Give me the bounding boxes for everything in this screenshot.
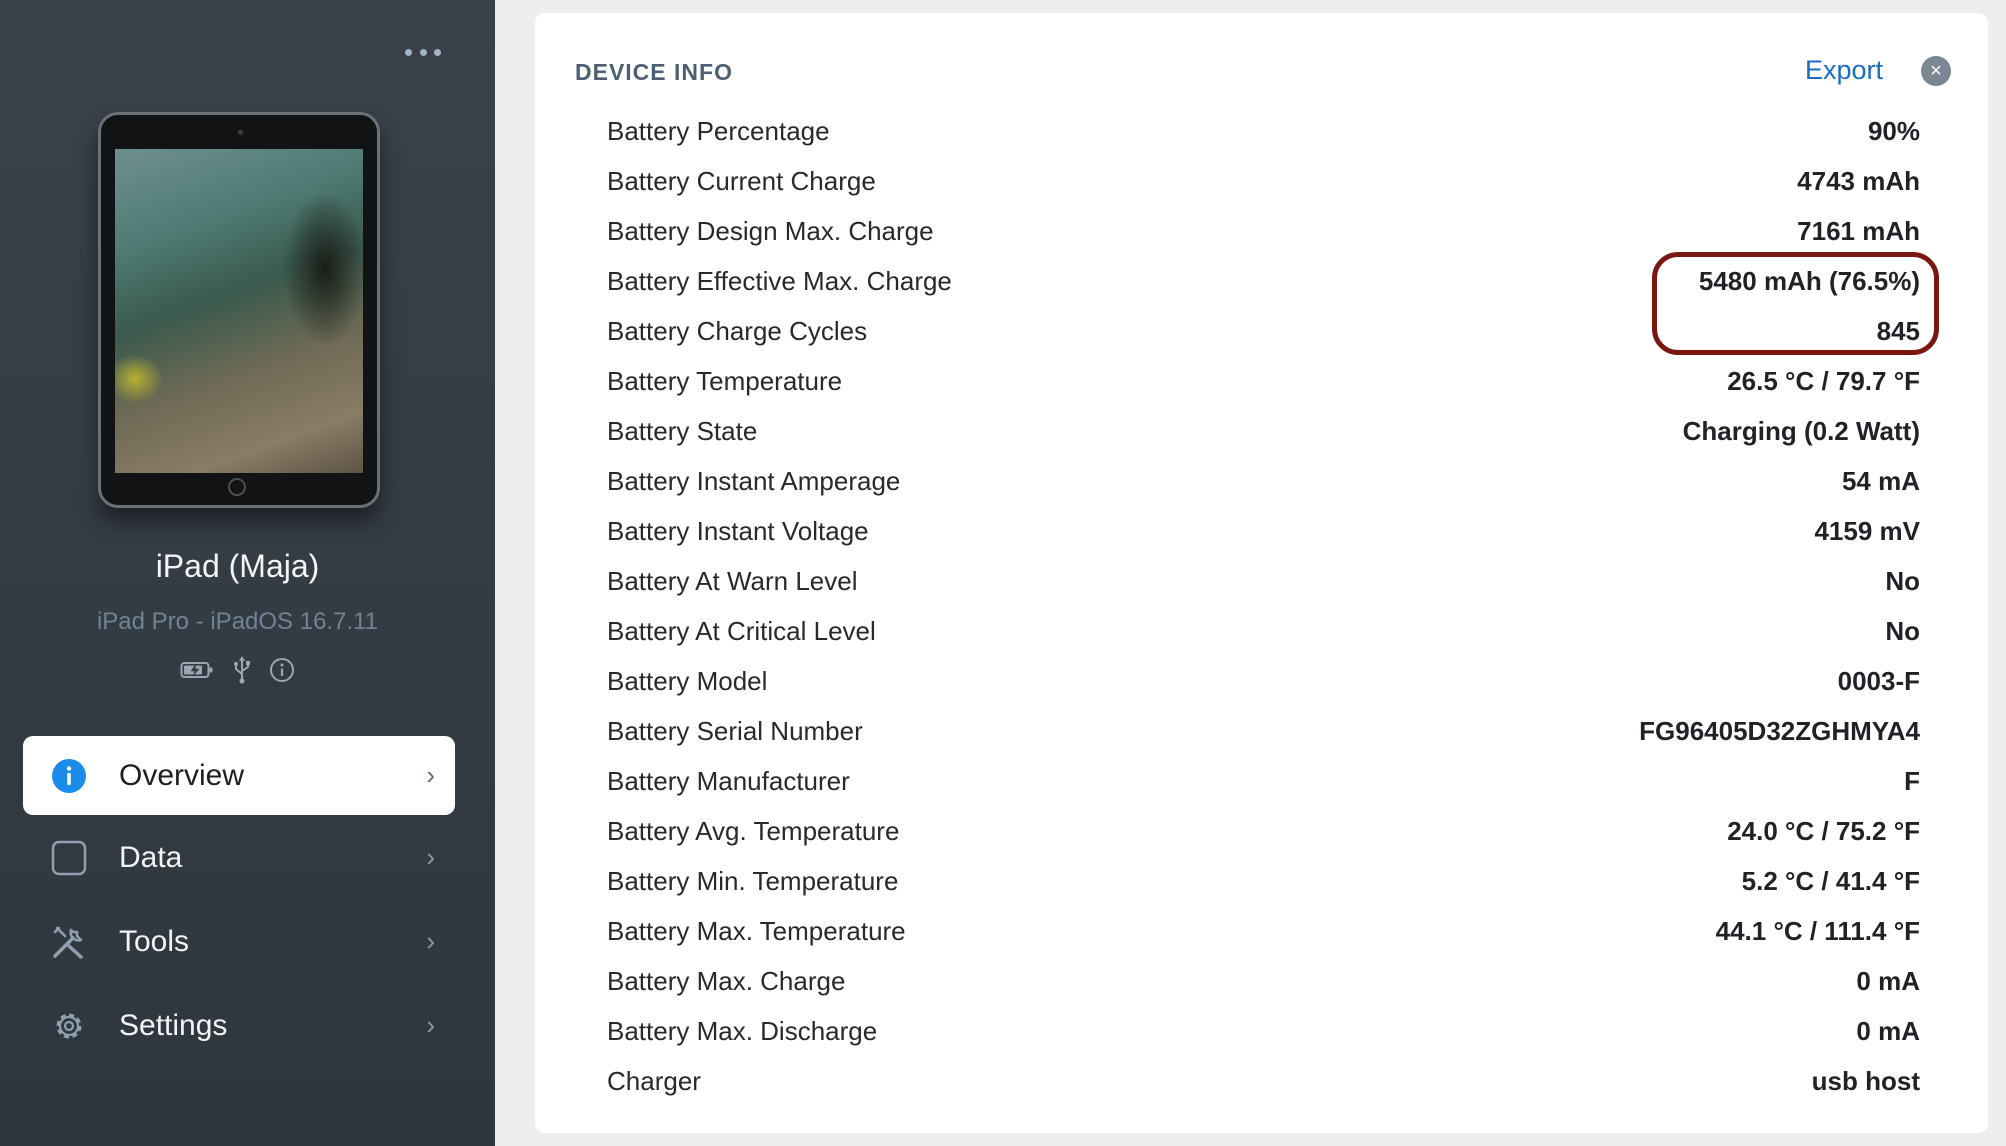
row-value: 90% — [1867, 116, 1920, 146]
nav-item-overview[interactable]: Overview › — [23, 736, 455, 815]
row-value: No — [1885, 566, 1920, 596]
row-label: Battery Avg. Temperature — [607, 816, 900, 846]
table-row: Battery State Charging (0.2 Watt) — [607, 406, 1920, 456]
row-value: 5.2 °C / 41.4 °F — [1741, 866, 1920, 896]
row-label: Battery Max. Discharge — [607, 1016, 878, 1046]
table-row: Battery Min. Temperature 5.2 °C / 41.4 °F — [607, 856, 1920, 906]
nav-item-label: Overview — [119, 758, 245, 792]
row-label: Battery Instant Voltage — [607, 516, 869, 546]
sidebar: iPad (Maja) iPad Pro - iPadOS 16.7.11 Ov… — [0, 0, 495, 1146]
table-row: Battery Avg. Temperature 24.0 °C / 75.2 °… — [607, 806, 1920, 856]
row-label: Battery Max. Temperature — [607, 916, 906, 946]
row-value: 0 mA — [1856, 1016, 1920, 1046]
table-row: Battery At Warn Level No — [607, 556, 1920, 606]
row-value: 44.1 °C / 111.4 °F — [1715, 916, 1920, 946]
device-info-panel: DEVICE INFO Export × Battery Percentage 9… — [535, 13, 1988, 1133]
tools-icon — [51, 924, 87, 960]
info-icon[interactable] — [269, 657, 295, 688]
row-value: 0 mA — [1856, 966, 1920, 996]
nav-item-settings[interactable]: Settings › — [23, 986, 455, 1065]
row-value: FG96405D32ZGHMYA4 — [1639, 716, 1920, 746]
row-label: Battery Charge Cycles — [607, 316, 868, 346]
highlight-annotation — [1652, 252, 1939, 355]
table-row: Battery Instant Voltage 4159 mV — [607, 506, 1920, 556]
info-circle-icon — [51, 758, 87, 794]
square-icon — [51, 840, 87, 876]
nav-item-label: Data — [119, 840, 183, 874]
row-value: 26.5 °C / 79.7 °F — [1727, 366, 1920, 396]
row-label: Battery Min. Temperature — [607, 866, 899, 896]
row-label: Battery Instant Amperage — [607, 466, 901, 496]
row-label: Battery Max. Charge — [607, 966, 846, 996]
dot-icon — [419, 48, 427, 56]
chevron-right-icon: › — [426, 760, 435, 790]
row-value: 0003-F — [1837, 666, 1920, 696]
export-button[interactable]: Export — [1805, 55, 1883, 86]
nav-item-data[interactable]: Data › — [23, 818, 455, 897]
device-image — [98, 112, 380, 508]
nav-item-label: Settings — [119, 1008, 228, 1042]
table-row: Battery Instant Amperage 54 mA — [607, 456, 1920, 506]
row-label: Battery Design Max. Charge — [607, 216, 934, 246]
dot-icon — [434, 48, 441, 56]
table-row: Battery Max. Temperature 44.1 °C / 111.4 … — [607, 906, 1920, 956]
usb-icon — [233, 655, 251, 690]
table-row: Battery Serial Number FG96405D32ZGHMYA4 — [607, 706, 1920, 756]
chevron-right-icon: › — [426, 926, 435, 956]
row-value: 4159 mV — [1814, 516, 1920, 546]
row-value: 24.0 °C / 75.2 °F — [1727, 816, 1920, 846]
row-value: 4743 mAh — [1797, 166, 1920, 196]
chevron-right-icon: › — [426, 842, 435, 872]
row-label: Battery At Critical Level — [607, 616, 876, 646]
row-label: Battery Manufacturer — [607, 766, 850, 796]
table-row: Battery Percentage 90% — [607, 106, 1920, 156]
table-row: Battery Max. Discharge 0 mA — [607, 1006, 1920, 1056]
close-icon: × — [1930, 60, 1942, 82]
table-row: Battery At Critical Level No — [607, 606, 1920, 656]
row-value: 7161 mAh — [1797, 216, 1920, 246]
row-label: Battery Percentage — [607, 116, 830, 146]
table-row: Battery Model 0003-F — [607, 656, 1920, 706]
nav-item-tools[interactable]: Tools › — [23, 902, 455, 981]
table-row: Charger usb host — [607, 1056, 1920, 1106]
device-name: iPad (Maja) — [155, 548, 320, 584]
table-row: Battery Design Max. Charge 7161 mAh — [607, 206, 1920, 256]
chevron-right-icon: › — [426, 1010, 435, 1040]
row-label: Battery Current Charge — [607, 166, 876, 196]
device-model: iPad Pro - iPadOS 16.7.11 — [96, 608, 379, 635]
row-value: No — [1885, 616, 1920, 646]
table-row: Battery Current Charge 4743 mAh — [607, 156, 1920, 206]
row-value: 54 mA — [1841, 466, 1920, 496]
panel-title: DEVICE INFO — [575, 59, 733, 85]
row-label: Battery Effective Max. Charge — [607, 266, 952, 296]
home-button-icon — [228, 478, 246, 496]
nav-item-label: Tools — [119, 924, 190, 958]
row-label: Battery State — [607, 416, 758, 446]
row-label: Charger — [607, 1066, 701, 1096]
status-icons — [180, 655, 295, 690]
battery-charging-icon — [180, 660, 214, 685]
row-value: Charging (0.2 Watt) — [1682, 416, 1920, 446]
table-row: Battery Max. Charge 0 mA — [607, 956, 1920, 1006]
gear-icon — [51, 1008, 87, 1044]
row-value: usb host — [1811, 1066, 1920, 1096]
row-value: F — [1904, 766, 1920, 796]
camera-dot — [238, 130, 243, 135]
dot-icon — [405, 48, 412, 56]
table-row: Battery Manufacturer F — [607, 756, 1920, 806]
row-label: Battery At Warn Level — [607, 566, 858, 596]
device-screen-wallpaper — [115, 149, 363, 473]
more-options-button[interactable] — [405, 42, 441, 62]
table-row: Battery Temperature 26.5 °C / 79.7 °F — [607, 356, 1920, 406]
row-label: Battery Model — [607, 666, 768, 696]
close-button[interactable]: × — [1921, 56, 1951, 86]
row-label: Battery Temperature — [607, 366, 843, 396]
row-label: Battery Serial Number — [607, 716, 863, 746]
